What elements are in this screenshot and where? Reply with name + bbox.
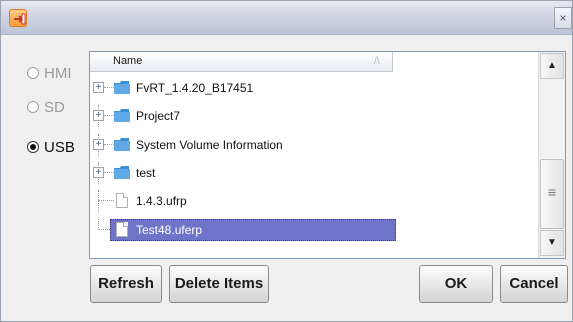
folder-icon bbox=[114, 109, 130, 122]
file-icon bbox=[116, 222, 128, 237]
radio-hmi[interactable]: HMI bbox=[27, 63, 72, 83]
ok-button[interactable]: OK bbox=[419, 265, 493, 303]
cancel-button[interactable]: Cancel bbox=[500, 265, 568, 303]
radio-label-sd: SD bbox=[44, 98, 65, 116]
expand-plus-icon[interactable]: + bbox=[93, 110, 104, 121]
delete-items-button[interactable]: Delete Items bbox=[169, 265, 269, 303]
folder-icon bbox=[114, 166, 130, 179]
tree-connector bbox=[104, 115, 114, 116]
radio-label-usb: USB bbox=[44, 138, 75, 156]
tree-connector bbox=[104, 172, 114, 173]
refresh-button[interactable]: Refresh bbox=[90, 265, 162, 303]
radio-sd[interactable]: SD bbox=[27, 97, 65, 117]
close-button[interactable]: × bbox=[554, 7, 572, 29]
radio-usb[interactable]: USB bbox=[27, 137, 75, 157]
radio-indicator bbox=[27, 67, 39, 79]
title-bar: × bbox=[1, 1, 572, 35]
vertical-scrollbar[interactable]: ▲ ▼ bbox=[538, 52, 565, 258]
expand-plus-icon[interactable]: + bbox=[93, 167, 104, 178]
tree-row-label: Project7 bbox=[136, 109, 181, 123]
radio-indicator bbox=[27, 101, 39, 113]
tree-row-file[interactable]: 1.4.3.ufrp bbox=[90, 190, 535, 212]
tree-row-folder[interactable]: + Project7 bbox=[90, 105, 535, 127]
scroll-down-icon[interactable]: ▼ bbox=[540, 230, 564, 256]
tree-row-folder[interactable]: + test bbox=[90, 162, 535, 184]
column-header-label: Name bbox=[113, 55, 143, 67]
tree-row-folder[interactable]: + FvRT_1.4.20_B17451 bbox=[90, 77, 535, 99]
file-dialog: × HMI SD USB Name /\ + FvRT_1.4.20_B1745… bbox=[0, 0, 573, 322]
tree-row-label: 1.4.3.ufrp bbox=[136, 194, 187, 208]
tree-connector bbox=[98, 190, 99, 212]
expand-plus-icon[interactable]: + bbox=[93, 139, 104, 150]
tree-row-label: FvRT_1.4.20_B17451 bbox=[136, 81, 254, 95]
tree-connector bbox=[104, 87, 114, 88]
tree-row-file-selected[interactable]: Test48.uferp bbox=[90, 219, 535, 241]
file-tree[interactable]: Name /\ + FvRT_1.4.20_B17451 + Project7 … bbox=[89, 51, 566, 259]
tree-row-label: System Volume Information bbox=[136, 138, 283, 152]
scroll-up-icon[interactable]: ▲ bbox=[540, 53, 564, 79]
exit-arrow-icon bbox=[9, 9, 27, 27]
tree-row-label: Test48.uferp bbox=[136, 223, 203, 237]
tree-connector bbox=[104, 144, 114, 145]
radio-indicator bbox=[27, 141, 39, 153]
folder-icon bbox=[114, 81, 130, 94]
radio-label-hmi: HMI bbox=[44, 64, 72, 82]
tree-row-folder[interactable]: + System Volume Information bbox=[90, 134, 535, 156]
sort-ascending-icon: /\ bbox=[374, 56, 380, 67]
tree-row-label: test bbox=[136, 166, 156, 180]
expand-plus-icon[interactable]: + bbox=[93, 82, 104, 93]
scroll-thumb[interactable] bbox=[540, 159, 564, 229]
tree-connector bbox=[98, 200, 114, 201]
folder-icon bbox=[114, 138, 130, 151]
column-header-name[interactable]: Name /\ bbox=[90, 52, 393, 72]
file-icon bbox=[116, 193, 128, 208]
